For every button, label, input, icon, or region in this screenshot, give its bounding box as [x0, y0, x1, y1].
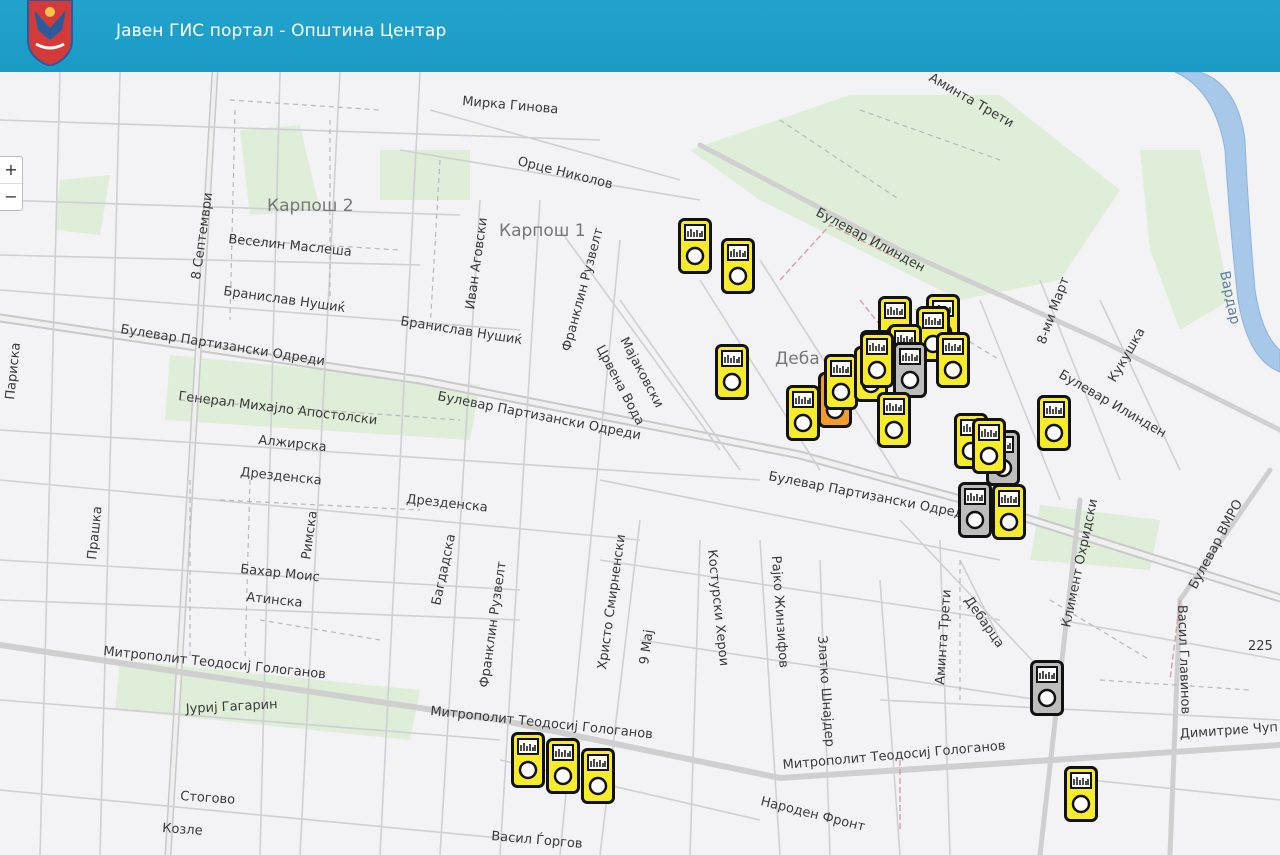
air-quality-sensor-marker-icon[interactable]	[958, 482, 992, 538]
air-quality-sensor-marker-icon[interactable]	[1030, 660, 1064, 716]
street-label: Стогово	[180, 789, 236, 808]
district-label-karpos2: Карпош 2	[267, 196, 354, 216]
air-quality-sensor-marker-icon[interactable]	[511, 732, 545, 788]
street-label: Римска	[299, 510, 321, 561]
street-label: 9 Мај	[637, 629, 657, 666]
street-label: Народен Фронт	[759, 794, 867, 835]
air-quality-sensor-marker-icon[interactable]	[1064, 766, 1098, 822]
street-label: Костурски Херои	[704, 549, 731, 667]
road-number-label: 225	[1248, 639, 1273, 654]
street-label: Дрезденска	[240, 465, 323, 488]
basemap[interactable]: Карпош 2 Карпош 1 Деба Вардар Мирка Гино…	[0, 72, 1280, 855]
portal-title: Јавен ГИС портал - Општина Центар	[116, 21, 447, 41]
street-label: Мирка Гинова	[462, 94, 559, 117]
air-quality-sensor-marker-icon[interactable]	[581, 748, 615, 804]
street-label: Кукушка	[1105, 325, 1148, 385]
air-quality-sensor-marker-icon[interactable]	[721, 238, 755, 294]
street-label: Веселин Маслеша	[228, 232, 353, 260]
zoom-control: + −	[0, 156, 23, 211]
street-label: Алжирска	[258, 433, 328, 455]
street-label: Багдадска	[429, 533, 459, 607]
app-header: Јавен ГИС портал - Општина Центар	[0, 0, 1280, 72]
air-quality-sensor-marker-icon[interactable]	[936, 332, 970, 388]
street-label: Бранислав Нушиќ	[399, 314, 523, 348]
zoom-in-button[interactable]: +	[0, 157, 22, 183]
street-label: Дрезденска	[406, 492, 489, 515]
street-label: Париска	[3, 342, 24, 401]
street-label: Аминта Трети	[933, 589, 955, 685]
district-label-debar: Деба	[775, 349, 820, 369]
street-label: Бахар Моис	[240, 562, 321, 585]
municipality-coat-of-arms-icon[interactable]	[24, 0, 76, 66]
air-quality-sensor-marker-icon[interactable]	[972, 418, 1006, 474]
street-label: Иван Аговски	[463, 217, 491, 311]
air-quality-sensor-marker-icon[interactable]	[860, 332, 894, 388]
air-quality-sensor-marker-icon[interactable]	[824, 354, 858, 410]
street-label: Златко Шнајдер	[814, 635, 837, 747]
zoom-out-button[interactable]: −	[0, 183, 22, 210]
street-label: Димитрие Чуп	[1179, 720, 1278, 742]
street-label: Франклин Рузвелт	[477, 560, 510, 688]
street-label: Прашка	[85, 505, 106, 560]
street-label: Дебарца	[961, 594, 1007, 651]
air-quality-sensor-marker-icon[interactable]	[893, 342, 927, 398]
street-label: Орце Николов	[516, 154, 614, 192]
air-quality-sensor-marker-icon[interactable]	[678, 218, 712, 274]
air-quality-sensor-marker-icon[interactable]	[877, 392, 911, 448]
air-quality-sensor-marker-icon[interactable]	[1037, 395, 1071, 451]
air-quality-sensor-marker-icon[interactable]	[786, 385, 820, 441]
street-label: Атинска	[246, 590, 304, 611]
street-label: Рајко Жинзифов	[768, 555, 791, 668]
map-view[interactable]: Карпош 2 Карпош 1 Деба Вардар Мирка Гино…	[0, 72, 1280, 855]
street-label: Козле	[162, 821, 203, 839]
air-quality-sensor-marker-icon[interactable]	[546, 738, 580, 794]
street-label: 8 Септември	[189, 192, 216, 281]
street-label: Франклин Рузвелт	[559, 226, 607, 353]
air-quality-sensor-marker-icon[interactable]	[715, 344, 749, 400]
street-label: Васил Ѓоргов	[491, 828, 584, 852]
district-label-karpos1: Карпош 1	[499, 221, 586, 241]
air-quality-sensor-marker-icon[interactable]	[992, 484, 1026, 540]
